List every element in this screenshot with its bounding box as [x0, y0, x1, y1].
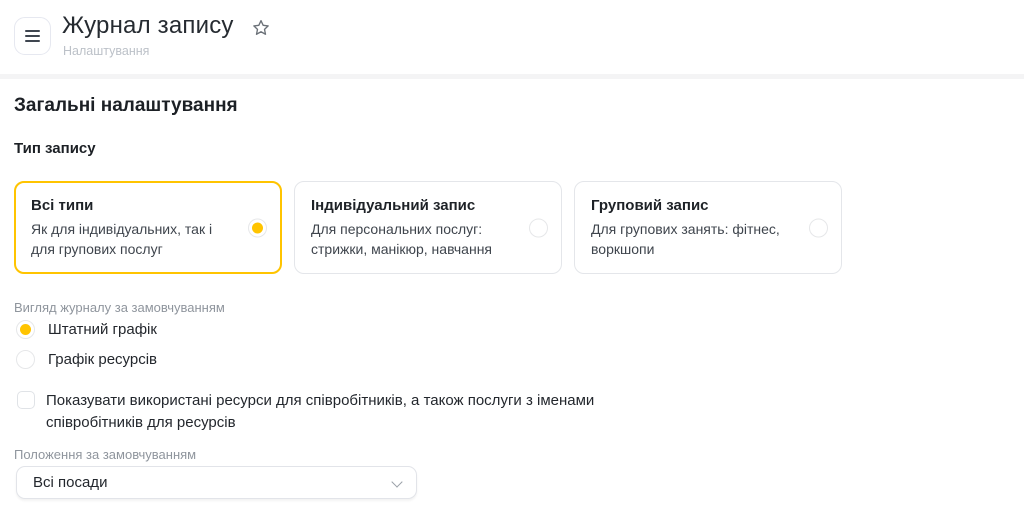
section-heading: Загальні налаштування: [14, 95, 238, 117]
radio-selected-icon[interactable]: [16, 320, 35, 339]
record-type-card-individual[interactable]: Індивідуальний запис Для персональних по…: [294, 181, 562, 274]
radio-option-resource-schedule[interactable]: Графік ресурсів: [16, 350, 157, 369]
card-title: Всі типи: [31, 197, 265, 214]
card-description: Для групових занять: фітнес, воркшопи: [591, 219, 793, 259]
card-description: Для персональних послуг: стрижки, манікю…: [311, 219, 513, 259]
star-outline-icon[interactable]: [251, 18, 271, 38]
radio-unselected-icon[interactable]: [529, 218, 548, 237]
settings-page: Журнал запису Налаштування Загальні нала…: [0, 0, 1024, 517]
record-type-label: Тип запису: [14, 140, 96, 157]
breadcrumb: Налаштування: [63, 44, 149, 58]
journal-view-label: Вигляд журналу за замовчуванням: [14, 300, 225, 315]
menu-button[interactable]: [14, 17, 51, 55]
checkbox-label: Показувати використані ресурси для співр…: [46, 390, 631, 434]
show-resources-option[interactable]: Показувати використані ресурси для співр…: [17, 390, 631, 434]
checkbox-unchecked-icon[interactable]: [17, 391, 35, 409]
record-type-options: Всі типи Як для індивідуальних, так і дл…: [14, 181, 842, 274]
chevron-down-icon: [393, 476, 402, 485]
radio-unselected-icon[interactable]: [16, 350, 35, 369]
radio-unselected-icon[interactable]: [809, 218, 828, 237]
default-position-select[interactable]: Всі посади: [16, 466, 417, 499]
radio-option-staff-schedule[interactable]: Штатний графік: [16, 320, 157, 339]
card-title: Груповий запис: [591, 197, 825, 214]
radio-label: Графік ресурсів: [48, 351, 157, 368]
radio-selected-icon[interactable]: [248, 218, 267, 237]
record-type-card-all[interactable]: Всі типи Як для індивідуальних, так і дл…: [14, 181, 282, 274]
card-title: Індивідуальний запис: [311, 197, 545, 214]
select-value: Всі посади: [33, 474, 107, 491]
record-type-card-group[interactable]: Груповий запис Для групових занять: фітн…: [574, 181, 842, 274]
header-divider: [0, 74, 1024, 79]
hamburger-icon: [25, 30, 40, 32]
card-description: Як для індивідуальних, так і для групови…: [31, 219, 233, 259]
hamburger-icon: [25, 40, 40, 42]
hamburger-icon: [25, 35, 40, 37]
default-position-label: Положення за замовчуванням: [14, 447, 196, 462]
radio-label: Штатний графік: [48, 321, 157, 338]
page-title: Журнал запису: [62, 12, 234, 40]
